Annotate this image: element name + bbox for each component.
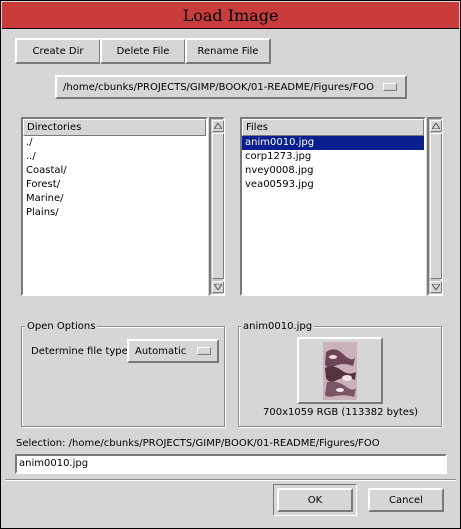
window-title: Load Image (182, 5, 279, 25)
directory-item[interactable]: Plains/ (23, 206, 206, 220)
file-item[interactable]: nvey0008.jpg (242, 164, 424, 178)
path-value: /home/cbunks/PROJECTS/GIMP/BOOK/01-READM… (63, 81, 375, 93)
delete-file-button[interactable]: Delete File (100, 38, 186, 64)
cancel-button[interactable]: Cancel (368, 488, 444, 512)
directories-scrollbar[interactable] (209, 117, 225, 296)
scroll-up-arrow-icon[interactable] (212, 120, 224, 132)
preview-title: anim0010.jpg (241, 321, 315, 332)
ok-label: OK (307, 494, 323, 506)
directories-scroll-thumb[interactable] (212, 133, 224, 279)
file-item[interactable]: vea00593.jpg (242, 178, 424, 192)
load-image-dialog: Load Image Create Dir Delete File Rename… (0, 0, 461, 529)
files-scroll-thumb[interactable] (430, 133, 442, 279)
open-options-title: Open Options (25, 321, 98, 332)
scroll-up-arrow-icon[interactable] (430, 120, 442, 132)
cancel-label: Cancel (389, 494, 423, 506)
directory-item[interactable]: Coastal/ (23, 164, 206, 178)
path-option-menu[interactable]: /home/cbunks/PROJECTS/GIMP/BOOK/01-READM… (55, 75, 407, 99)
rename-file-label: Rename File (197, 45, 259, 57)
files-list[interactable]: Files anim0010.jpg corp1273.jpg nvey0008.j… (240, 117, 426, 296)
files-header[interactable]: Files (242, 119, 424, 136)
file-type-value: Automatic (135, 345, 187, 357)
option-menu-indicator-icon (197, 347, 211, 355)
preview-info: 700x1059 RGB (113382 bytes) (263, 407, 419, 418)
files-items: anim0010.jpg corp1273.jpg nvey0008.jpg vea0… (242, 136, 424, 192)
file-item[interactable]: corp1273.jpg (242, 150, 424, 164)
create-dir-button[interactable]: Create Dir (15, 38, 101, 64)
create-dir-label: Create Dir (32, 45, 84, 57)
files-header-label: Files (246, 122, 268, 133)
directory-item[interactable]: ./ (23, 136, 206, 150)
files-scrollbar[interactable] (427, 117, 443, 296)
preview-button[interactable] (297, 337, 383, 404)
title-bar[interactable]: Load Image (2, 2, 459, 29)
selection-value: anim0010.jpg (19, 458, 89, 469)
directories-list[interactable]: Directories ./../Coastal/Forest/Marine/P… (21, 117, 208, 296)
directory-item[interactable]: ../ (23, 150, 206, 164)
scroll-down-arrow-icon[interactable] (212, 281, 224, 293)
file-item[interactable]: anim0010.jpg (242, 136, 424, 150)
selection-input[interactable]: anim0010.jpg (15, 454, 447, 474)
delete-file-label: Delete File (116, 45, 170, 57)
preview-thumbnail (323, 341, 357, 400)
directory-item[interactable]: Forest/ (23, 178, 206, 192)
directory-item[interactable]: Marine/ (23, 192, 206, 206)
directories-items: ./../Coastal/Forest/Marine/Plains/ (23, 136, 206, 220)
scroll-down-arrow-icon[interactable] (430, 281, 442, 293)
option-menu-indicator-icon (383, 83, 397, 91)
directories-header-label: Directories (27, 122, 82, 133)
file-type-option-menu[interactable]: Automatic (127, 339, 219, 363)
directories-header[interactable]: Directories (23, 119, 206, 136)
selection-label: Selection: /home/cbunks/PROJECTS/GIMP/BO… (16, 438, 380, 449)
rename-file-button[interactable]: Rename File (185, 38, 271, 64)
file-type-label: Determine file type: (31, 346, 132, 357)
action-separator (5, 479, 456, 481)
ok-button[interactable]: OK (277, 488, 353, 512)
